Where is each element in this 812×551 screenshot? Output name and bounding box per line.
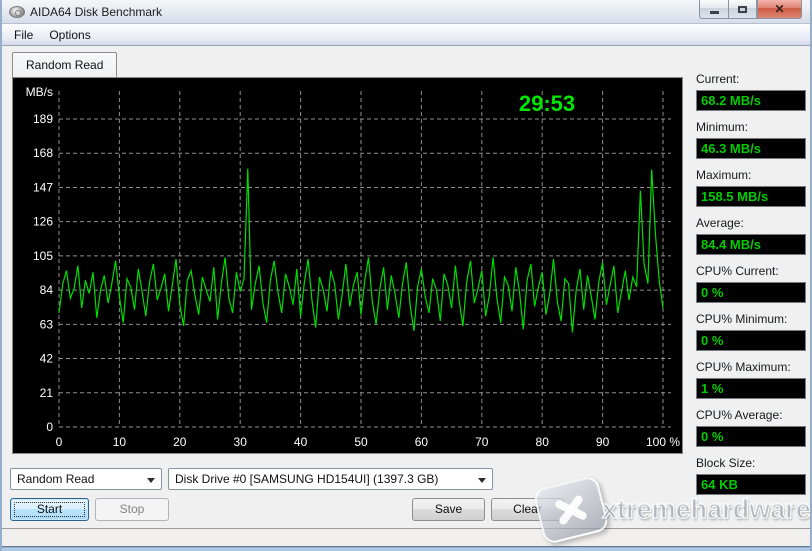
app-window: AIDA64 Disk Benchmark ✕ File Options Ran…	[0, 0, 812, 551]
svg-text:42: 42	[40, 352, 54, 366]
stat-label: Current:	[696, 72, 806, 88]
stat-group: Maximum: 158.5 MB/s	[696, 168, 806, 207]
close-button[interactable]: ✕	[757, 0, 802, 19]
save-button-label: Save	[435, 502, 462, 516]
menu-options[interactable]: Options	[41, 25, 98, 45]
svg-text:100 %: 100 %	[646, 435, 680, 449]
tab-label: Random Read	[26, 58, 103, 72]
stop-button[interactable]: Stop	[95, 498, 169, 521]
stat-group: CPU% Minimum: 0 %	[696, 312, 806, 351]
svg-text:189: 189	[33, 112, 53, 126]
stat-label: CPU% Average:	[696, 408, 806, 424]
tab-random-read[interactable]: Random Read	[12, 52, 117, 77]
stat-value: 158.5 MB/s	[696, 186, 806, 207]
close-icon: ✕	[774, 3, 784, 15]
menu-bar: File Options	[2, 24, 810, 46]
minimize-button[interactable]	[699, 0, 728, 19]
clear-button-label: Clear	[513, 502, 542, 516]
stop-button-label: Stop	[120, 502, 145, 516]
stat-group: Block Size: 64 KB	[696, 456, 806, 495]
title-bar[interactable]: AIDA64 Disk Benchmark ✕	[2, 0, 810, 24]
stat-value: 0 %	[696, 426, 806, 447]
disk-drive-select[interactable]: Disk Drive #0 [SAMSUNG HD154UI] (1397.3 …	[168, 468, 493, 490]
clear-button[interactable]: Clear	[491, 498, 564, 521]
svg-text:0: 0	[46, 420, 53, 434]
chart-panel: MB/s 0 21 42 63 84 105 126 147 168 189 0 10 20 30 40 50 6…	[12, 77, 683, 454]
save-button[interactable]: Save	[412, 498, 485, 521]
svg-text:MB/s: MB/s	[26, 85, 53, 99]
disk-drive-value: Disk Drive #0 [SAMSUNG HD154UI] (1397.3 …	[175, 472, 438, 486]
maximize-button[interactable]	[728, 0, 757, 19]
window-controls: ✕	[699, 0, 802, 19]
window-frame-bottom	[2, 546, 810, 551]
svg-text:60: 60	[415, 435, 429, 449]
svg-text:30: 30	[234, 435, 248, 449]
stat-value: 46.3 MB/s	[696, 138, 806, 159]
stat-value: 84.4 MB/s	[696, 234, 806, 255]
svg-text:63: 63	[40, 317, 54, 331]
stat-label: Maximum:	[696, 168, 806, 184]
maximize-icon	[738, 6, 747, 13]
stat-value: 0 %	[696, 282, 806, 303]
svg-text:40: 40	[294, 435, 308, 449]
stat-label: CPU% Current:	[696, 264, 806, 280]
svg-text:29:53: 29:53	[519, 91, 575, 116]
stat-group: CPU% Average: 0 %	[696, 408, 806, 447]
stat-label: Block Size:	[696, 456, 806, 472]
svg-text:126: 126	[33, 215, 53, 229]
stat-value: 68.2 MB/s	[696, 90, 806, 111]
menu-file[interactable]: File	[6, 25, 41, 45]
stat-label: CPU% Minimum:	[696, 312, 806, 328]
svg-text:50: 50	[354, 435, 368, 449]
stat-group: CPU% Maximum: 1 %	[696, 360, 806, 399]
svg-text:90: 90	[596, 435, 610, 449]
svg-text:84: 84	[40, 283, 54, 297]
svg-text:0: 0	[56, 435, 63, 449]
svg-text:105: 105	[33, 249, 53, 263]
minimize-icon	[710, 11, 719, 14]
disk-drive-icon	[9, 6, 25, 18]
benchmark-type-value: Random Read	[17, 472, 94, 486]
svg-text:20: 20	[173, 435, 187, 449]
window-title: AIDA64 Disk Benchmark	[30, 5, 162, 19]
start-button[interactable]: Start	[10, 498, 89, 521]
chevron-down-icon	[147, 478, 155, 483]
stat-label: Minimum:	[696, 120, 806, 136]
stat-group: Current: 68.2 MB/s	[696, 72, 806, 111]
svg-text:21: 21	[40, 386, 54, 400]
stat-group: Minimum: 46.3 MB/s	[696, 120, 806, 159]
svg-text:10: 10	[113, 435, 127, 449]
stat-value: 1 %	[696, 378, 806, 399]
svg-text:80: 80	[536, 435, 550, 449]
stat-value: 64 KB	[696, 474, 806, 495]
focus-rect	[14, 502, 85, 517]
benchmark-chart: MB/s 0 21 42 63 84 105 126 147 168 189 0 10 20 30 40 50 6…	[13, 78, 682, 453]
stat-label: CPU% Maximum:	[696, 360, 806, 376]
chevron-down-icon	[478, 478, 486, 483]
stats-panel: Current: 68.2 MB/s Minimum: 46.3 MB/s Ma…	[696, 72, 806, 504]
stat-group: CPU% Current: 0 %	[696, 264, 806, 303]
svg-text:168: 168	[33, 146, 53, 160]
stat-value: 0 %	[696, 330, 806, 351]
svg-text:70: 70	[475, 435, 489, 449]
svg-text:147: 147	[33, 180, 53, 194]
stat-label: Average:	[696, 216, 806, 232]
status-bar	[2, 528, 810, 546]
benchmark-type-select[interactable]: Random Read	[10, 468, 162, 490]
stat-group: Average: 84.4 MB/s	[696, 216, 806, 255]
